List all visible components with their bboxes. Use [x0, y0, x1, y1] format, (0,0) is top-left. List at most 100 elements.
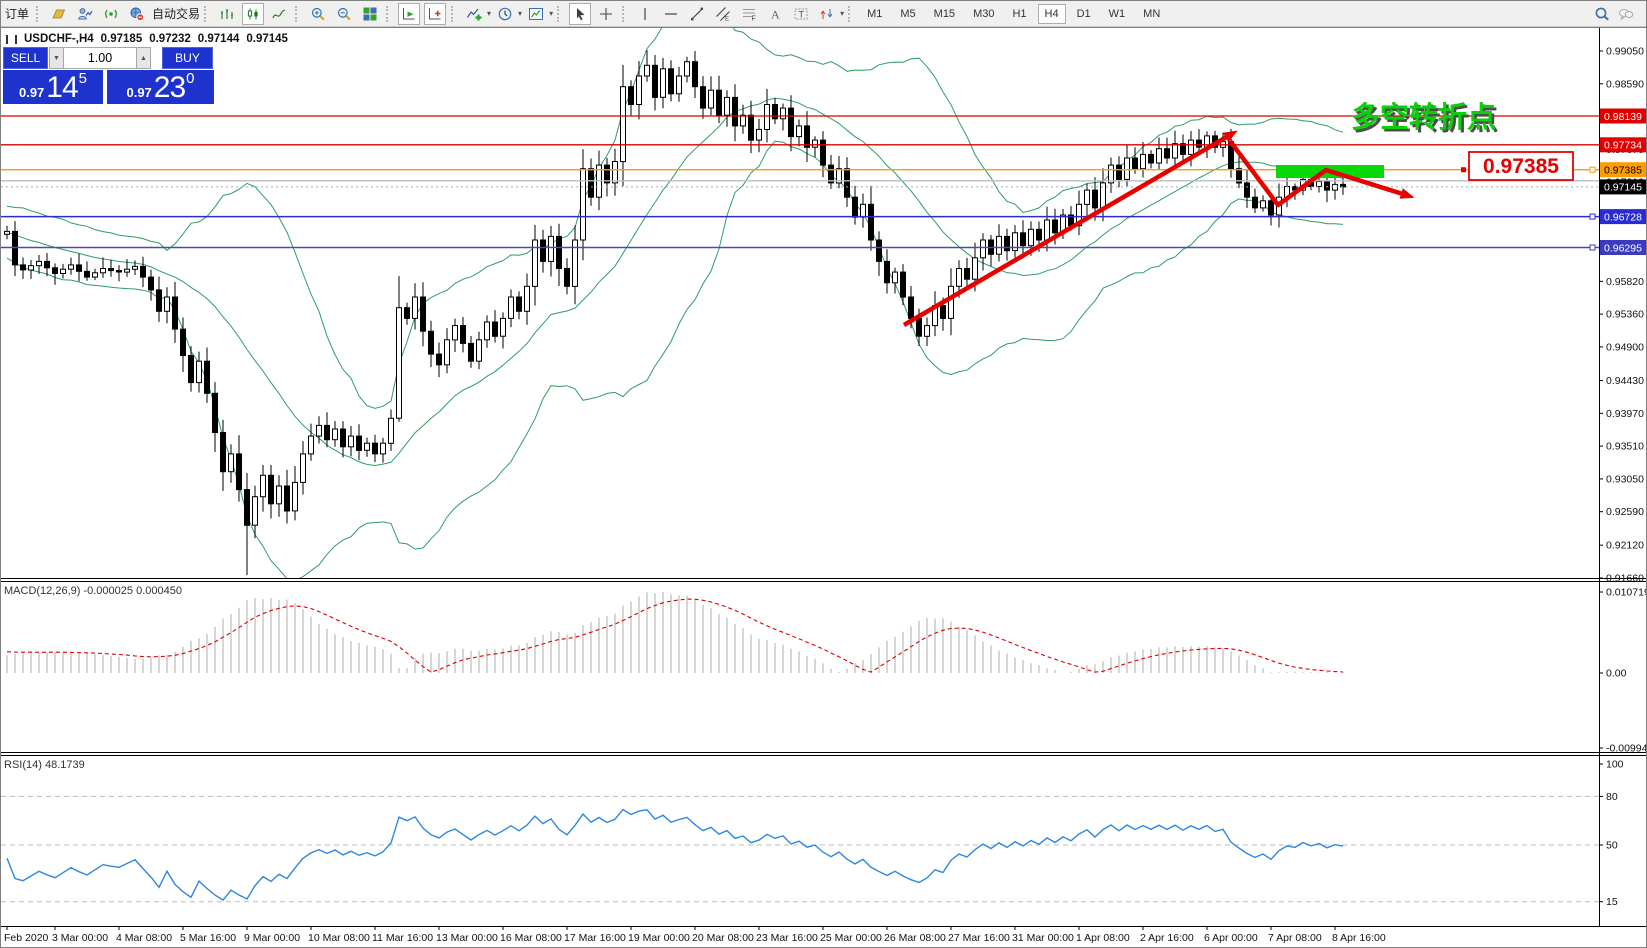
chart-area[interactable]: 0.990500.985900.981300.976700.972100.967… — [1, 27, 1647, 948]
svg-text:9 Mar 00:00: 9 Mar 00:00 — [244, 932, 300, 944]
toolbar: 订单自动交易▾▾▾EFAT▾M1M5M15M30H1H4D1W1MN — [1, 1, 1647, 27]
templates-button[interactable] — [525, 3, 547, 25]
data-window-icon[interactable] — [74, 3, 96, 25]
chevron-down-icon[interactable]: ▾ — [487, 9, 491, 18]
svg-text:A: A — [771, 7, 780, 21]
one-click-trading-panel: SELL ▼ ▲ BUY 0.97 14 5 0.97 23 0 — [3, 47, 217, 104]
signal-icon[interactable] — [100, 3, 122, 25]
candlestick-type-icon[interactable] — [242, 3, 264, 25]
timeframe-m1[interactable]: M1 — [860, 4, 889, 24]
tile-windows-icon[interactable] — [359, 3, 381, 25]
sell-price-big: 14 — [46, 74, 77, 102]
annotation-title[interactable]: 多空转折点 — [1351, 100, 1496, 134]
auto-trading-button[interactable] — [126, 3, 148, 25]
timeframe-d1[interactable]: D1 — [1070, 4, 1098, 24]
text-icon[interactable]: A — [764, 3, 786, 25]
crosshair-icon[interactable] — [595, 3, 617, 25]
timeframe-h4[interactable]: H4 — [1038, 4, 1066, 24]
svg-text:0.94430: 0.94430 — [1606, 375, 1644, 387]
toolbar-group-grip — [36, 6, 41, 22]
svg-text:20 Mar 08:00: 20 Mar 08:00 — [692, 932, 754, 944]
svg-text:0.98139: 0.98139 — [1604, 111, 1642, 123]
svg-text:0.98590: 0.98590 — [1606, 78, 1644, 90]
fibonacci-icon[interactable]: F — [738, 3, 760, 25]
svg-text:E: E — [725, 16, 729, 22]
timeframe-m5[interactable]: M5 — [893, 4, 922, 24]
sell-price-pip: 5 — [79, 70, 87, 87]
sell-price-prefix: 0.97 — [19, 83, 44, 103]
volume-increase-button[interactable]: ▲ — [136, 47, 151, 69]
level-drag-handle[interactable] — [1590, 245, 1595, 250]
svg-text:17 Mar 16:00: 17 Mar 16:00 — [564, 932, 626, 944]
equidistant-channel-icon[interactable]: E — [712, 3, 734, 25]
svg-text:0.97734: 0.97734 — [1604, 140, 1642, 152]
svg-text:0.91660: 0.91660 — [1606, 573, 1644, 585]
indicators-button[interactable] — [463, 3, 485, 25]
buy-button[interactable]: BUY — [162, 47, 213, 69]
horizontal-line-icon[interactable] — [660, 3, 682, 25]
svg-text:0.99050: 0.99050 — [1606, 46, 1644, 58]
line-chart-type-icon[interactable] — [268, 3, 290, 25]
svg-text:50: 50 — [1606, 840, 1618, 852]
sell-button[interactable]: SELL — [3, 47, 48, 69]
vertical-line-icon[interactable] — [634, 3, 656, 25]
svg-text:T: T — [799, 9, 805, 19]
svg-text:0.92590: 0.92590 — [1606, 506, 1644, 518]
svg-text:0.93050: 0.93050 — [1606, 473, 1644, 485]
svg-text:13 Mar 00:00: 13 Mar 00:00 — [436, 932, 498, 944]
auto-scroll-icon[interactable] — [398, 3, 420, 25]
svg-text:11 Mar 16:00: 11 Mar 16:00 — [372, 932, 433, 944]
chevron-down-icon[interactable]: ▾ — [549, 9, 553, 18]
svg-text:25 Mar 00:00: 25 Mar 00:00 — [820, 932, 882, 944]
ohlc-high: 0.97232 — [149, 33, 191, 45]
market-watch-icon[interactable] — [48, 3, 70, 25]
timeframe-m30[interactable]: M30 — [966, 4, 1001, 24]
periods-button[interactable] — [494, 3, 516, 25]
timeframe-w1[interactable]: W1 — [1102, 4, 1133, 24]
chevron-down-icon[interactable]: ▾ — [518, 9, 522, 18]
toolbar-group-grip — [386, 6, 391, 22]
timeframe-mn[interactable]: MN — [1136, 4, 1167, 24]
svg-text:0.00: 0.00 — [1606, 668, 1627, 680]
level-drag-handle[interactable] — [1590, 214, 1595, 219]
search-icon[interactable] — [1591, 3, 1613, 25]
volume-input[interactable] — [64, 47, 136, 69]
chart-symbol-icon — [6, 35, 17, 44]
svg-text:Feb 2020: Feb 2020 — [4, 932, 49, 944]
rsi-label: RSI(14) 48.1739 — [4, 759, 85, 771]
level-drag-handle[interactable] — [1590, 167, 1595, 172]
buy-price-display[interactable]: 0.97 23 0 — [107, 70, 214, 104]
toolbar-group-grip — [451, 6, 456, 22]
arrows-icon[interactable] — [816, 3, 838, 25]
volume-decrease-button[interactable]: ▼ — [49, 47, 64, 69]
svg-text:F: F — [752, 15, 756, 22]
toolbar-group-grip — [204, 6, 209, 22]
macd-label: MACD(12,26,9) -0.000025 0.000450 — [4, 585, 182, 597]
svg-text:-0.009944: -0.009944 — [1606, 743, 1647, 755]
svg-text:0.97385: 0.97385 — [1483, 155, 1559, 178]
sell-price-display[interactable]: 0.97 14 5 — [3, 70, 103, 104]
svg-text:3 Mar 00:00: 3 Mar 00:00 — [52, 932, 108, 944]
buy-price-big: 23 — [154, 74, 185, 102]
trendline-icon[interactable] — [686, 3, 708, 25]
svg-text:23 Mar 16:00: 23 Mar 16:00 — [756, 932, 818, 944]
timeframe-m15[interactable]: M15 — [927, 4, 962, 24]
bar-chart-type-icon[interactable] — [216, 3, 238, 25]
chart-header: USDCHF-,H4 0.97185 0.97232 0.97144 0.971… — [6, 33, 288, 45]
svg-text:0.94900: 0.94900 — [1606, 341, 1644, 353]
svg-text:27 Mar 16:00: 27 Mar 16:00 — [948, 932, 1010, 944]
zoom-out-icon[interactable] — [333, 3, 355, 25]
new-order-label[interactable]: 订单 — [1, 5, 33, 22]
svg-text:0.95360: 0.95360 — [1606, 309, 1644, 321]
chat-icon[interactable] — [1615, 3, 1637, 25]
chart-shift-icon[interactable] — [424, 3, 446, 25]
buy-price-pip: 0 — [186, 70, 194, 87]
timeframe-h1[interactable]: H1 — [1005, 4, 1033, 24]
chart-canvas[interactable]: 0.990500.985900.981300.976700.972100.967… — [1, 27, 1647, 948]
cursor-icon[interactable] — [569, 3, 591, 25]
zoom-in-icon[interactable] — [307, 3, 329, 25]
svg-text:0.96728: 0.96728 — [1604, 211, 1642, 223]
text-label-icon[interactable]: T — [790, 3, 812, 25]
svg-text:16 Mar 08:00: 16 Mar 08:00 — [500, 932, 562, 944]
chevron-down-icon[interactable]: ▾ — [840, 9, 844, 18]
